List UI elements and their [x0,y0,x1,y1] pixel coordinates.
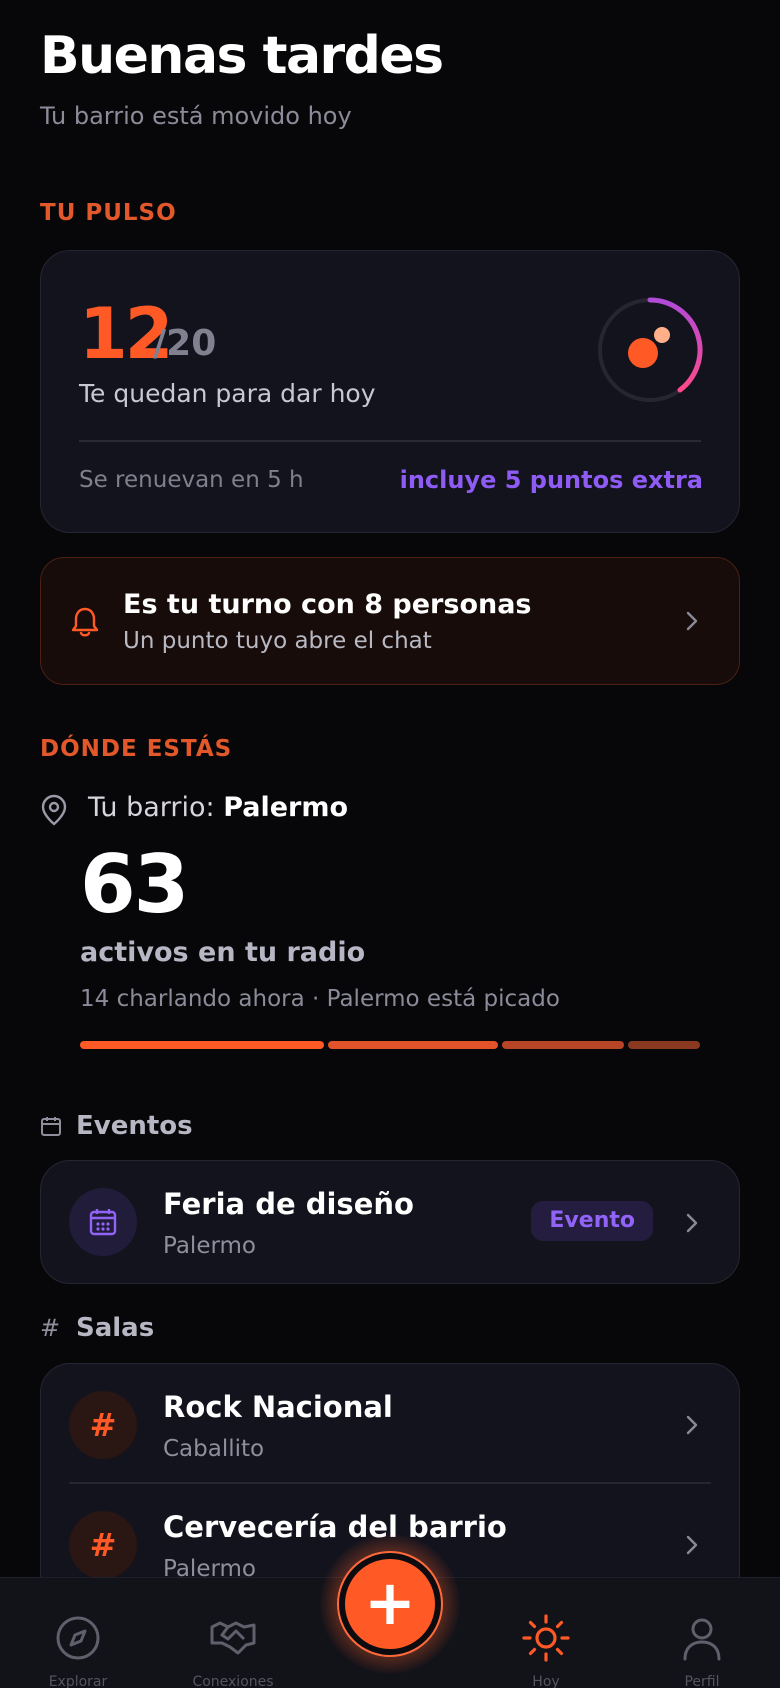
tab-profile[interactable]: Perfil [647,1578,757,1688]
event-subtitle: Palermo [163,1233,256,1259]
tab-label: Explorar [48,1674,108,1688]
events-group-title: Eventos [76,1111,193,1141]
pulse-extra-points: incluye 5 puntos extra [399,466,703,494]
room-avatar: # [69,1511,137,1579]
pulse-renew-text: Se renuevan en 5 h [79,467,304,493]
greeting-subtitle: Tu barrio está movido hoy [40,102,352,130]
tab-today[interactable]: Hoy [491,1578,601,1688]
hash-icon: # [89,1526,117,1564]
active-count: 63 [80,838,189,931]
pulse-total: /20 [153,323,217,364]
chevron-right-icon [686,1213,698,1233]
turn-banner-title: Es tu turno con 8 personas [123,589,532,620]
event-title: Feria de diseño [163,1187,414,1221]
activity-bar-segment [80,1041,324,1049]
chevron-right-icon [686,1415,698,1435]
pulse-divider [79,440,701,442]
compass-icon [56,1616,100,1660]
location-pin-icon [41,794,67,826]
activity-bar-segment [328,1041,498,1049]
room-title: Cervecería del barrio [163,1510,507,1544]
turn-banner[interactable]: Es tu turno con 8 personas Un punto tuyo… [40,557,740,685]
pulse-section-label: TU PULSO [40,200,177,226]
activity-bar-segment [502,1041,624,1049]
user-icon [683,1618,721,1661]
pulse-progress-ring [598,297,703,402]
tab-explore[interactable]: Explorar [23,1578,133,1688]
greeting-title: Buenas tardes [40,26,444,86]
pulse-card: 12 /20 Te quedan para dar hoy Se renueva… [40,250,740,533]
tab-label: Conexiones [192,1674,274,1688]
calendar-icon [89,1209,117,1236]
calendar-icon [41,1117,61,1136]
rooms-group-title: Salas [76,1313,155,1343]
event-item[interactable]: Feria de diseño Palermo Evento [40,1160,740,1284]
handshake-icon [210,1621,256,1655]
tab-connections[interactable]: Conexiones [178,1578,288,1688]
hash-icon: # [89,1406,117,1444]
pulse-description: Te quedan para dar hoy [79,379,376,408]
barrio-prefix: Tu barrio: [88,792,224,823]
sun-icon [522,1614,570,1662]
pulse-ring-arc [647,297,703,393]
room-avatar: # [69,1391,137,1459]
chevron-right-icon [686,1535,698,1555]
barrio-name: Palermo [223,792,349,823]
event-badge: Evento [531,1201,653,1241]
activity-text: 14 charlando ahora · Palermo está picado [80,986,560,1012]
create-button[interactable]: + [339,1553,441,1655]
room-subtitle: Caballito [163,1436,265,1462]
chevron-right-icon [686,611,698,631]
hash-icon: # [40,1314,61,1342]
tab-label: Hoy [532,1674,560,1688]
activity-bar-segment [628,1041,700,1049]
room-title: Rock Nacional [163,1390,393,1424]
bell-icon [71,607,99,637]
active-label: activos en tu radio [80,937,366,968]
tab-label: Perfil [684,1674,720,1688]
event-avatar [69,1188,137,1256]
room-item[interactable]: # Rock Nacional Caballito [41,1364,739,1482]
turn-banner-subtitle: Un punto tuyo abre el chat [123,628,432,654]
plus-icon: + [364,1566,416,1639]
barrio-label: Tu barrio: Palermo [88,792,348,823]
location-section-label: DÓNDE ESTÁS [40,736,233,762]
